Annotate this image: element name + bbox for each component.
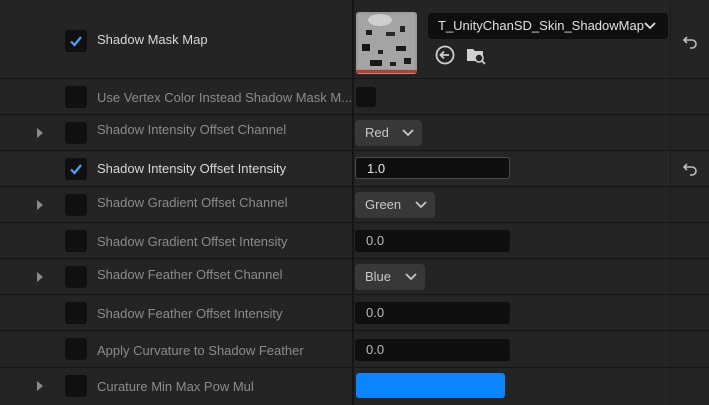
use-vertex-color-value-checkbox[interactable] bbox=[356, 87, 376, 107]
property-row-intensity-value: Shadow Intensity Offset Intensity 1.0 bbox=[0, 151, 709, 187]
feather-channel-label: Shadow Feather Offset Channel bbox=[97, 267, 283, 282]
use-selected-asset-icon[interactable] bbox=[434, 44, 456, 66]
property-row-curature-min-max: Curature Min Max Pow Mul bbox=[0, 368, 709, 405]
texture-thumbnail[interactable] bbox=[356, 12, 417, 74]
intensity-channel-checkbox[interactable] bbox=[65, 122, 87, 144]
texture-asset-name: T_UnityChanSD_Skin_ShadowMap bbox=[438, 18, 644, 33]
gradient-value-checkbox[interactable] bbox=[65, 230, 87, 252]
chevron-down-icon bbox=[644, 22, 656, 30]
property-row-gradient-channel: Shadow Gradient Offset Channel Green bbox=[0, 187, 709, 223]
chevron-down-icon bbox=[405, 273, 417, 281]
property-row-use-vertex-color: Use Vertex Color Instead Shadow Mask M..… bbox=[0, 79, 709, 115]
gradient-channel-label: Shadow Gradient Offset Channel bbox=[97, 195, 288, 210]
checkmark-icon bbox=[70, 36, 82, 47]
texture-asset-combo[interactable]: T_UnityChanSD_Skin_ShadowMap bbox=[428, 13, 668, 39]
feather-channel-checkbox[interactable] bbox=[65, 266, 87, 288]
shadow-mask-map-checkbox[interactable] bbox=[65, 30, 87, 52]
intensity-channel-label: Shadow Intensity Offset Channel bbox=[97, 122, 287, 137]
intensity-value-label: Shadow Intensity Offset Intensity bbox=[97, 161, 287, 176]
intensity-value-input[interactable]: 1.0 bbox=[355, 157, 510, 179]
property-row-intensity-channel: Shadow Intensity Offset Channel Red bbox=[0, 115, 709, 151]
property-row-feather-value: Shadow Feather Offset Intensity 0.0 bbox=[0, 295, 709, 331]
intensity-value-checkbox[interactable] bbox=[65, 158, 87, 180]
gradient-channel-checkbox[interactable] bbox=[65, 194, 87, 216]
column-divider[interactable] bbox=[352, 0, 354, 405]
intensity-channel-value: Red bbox=[365, 125, 389, 140]
gradient-channel-combo[interactable]: Green bbox=[355, 192, 435, 218]
apply-curvature-label: Apply Curvature to Shadow Feather bbox=[97, 343, 304, 358]
curature-checkbox[interactable] bbox=[65, 375, 87, 397]
feather-channel-combo[interactable]: Blue bbox=[355, 264, 425, 290]
shadow-mask-map-label: Shadow Mask Map bbox=[97, 32, 208, 47]
property-row-feather-channel: Shadow Feather Offset Channel Blue bbox=[0, 259, 709, 295]
feather-value-checkbox[interactable] bbox=[65, 302, 87, 324]
reset-column-divider bbox=[670, 0, 671, 405]
chevron-down-icon bbox=[415, 201, 427, 209]
reset-to-default-icon[interactable] bbox=[682, 34, 698, 50]
property-row-apply-curvature: Apply Curvature to Shadow Feather 0.0 bbox=[0, 331, 709, 368]
use-vertex-color-checkbox[interactable] bbox=[65, 86, 87, 108]
feather-value-label: Shadow Feather Offset Intensity bbox=[97, 306, 283, 321]
curature-color-swatch[interactable] bbox=[356, 373, 505, 398]
reset-to-default-icon[interactable] bbox=[682, 161, 698, 177]
chevron-down-icon bbox=[402, 129, 414, 137]
chevron-right-icon[interactable] bbox=[35, 127, 47, 139]
feather-value-input[interactable]: 0.0 bbox=[355, 302, 510, 324]
property-row-shadow-mask-map: Shadow Mask Map T_UnityChanSD_Skin_Shado… bbox=[0, 0, 709, 79]
gradient-value-input[interactable]: 0.0 bbox=[355, 230, 510, 252]
chevron-right-icon[interactable] bbox=[35, 199, 47, 211]
intensity-channel-combo[interactable]: Red bbox=[355, 120, 422, 146]
chevron-right-icon[interactable] bbox=[35, 271, 47, 283]
feather-channel-value: Blue bbox=[365, 269, 392, 284]
apply-curvature-checkbox[interactable] bbox=[65, 338, 87, 360]
curvature-value-input[interactable]: 0.0 bbox=[355, 339, 510, 361]
curature-label: Curature Min Max Pow Mul bbox=[97, 379, 254, 394]
details-panel: Shadow Mask Map T_UnityChanSD_Skin_Shado… bbox=[0, 0, 709, 405]
use-vertex-color-label: Use Vertex Color Instead Shadow Mask M..… bbox=[97, 90, 353, 105]
checkmark-icon bbox=[70, 164, 82, 175]
gradient-channel-value: Green bbox=[365, 197, 402, 212]
property-row-gradient-value: Shadow Gradient Offset Intensity 0.0 bbox=[0, 223, 709, 259]
browse-to-asset-icon[interactable] bbox=[465, 44, 487, 66]
gradient-value-label: Shadow Gradient Offset Intensity bbox=[97, 234, 288, 249]
chevron-right-icon[interactable] bbox=[35, 380, 47, 392]
